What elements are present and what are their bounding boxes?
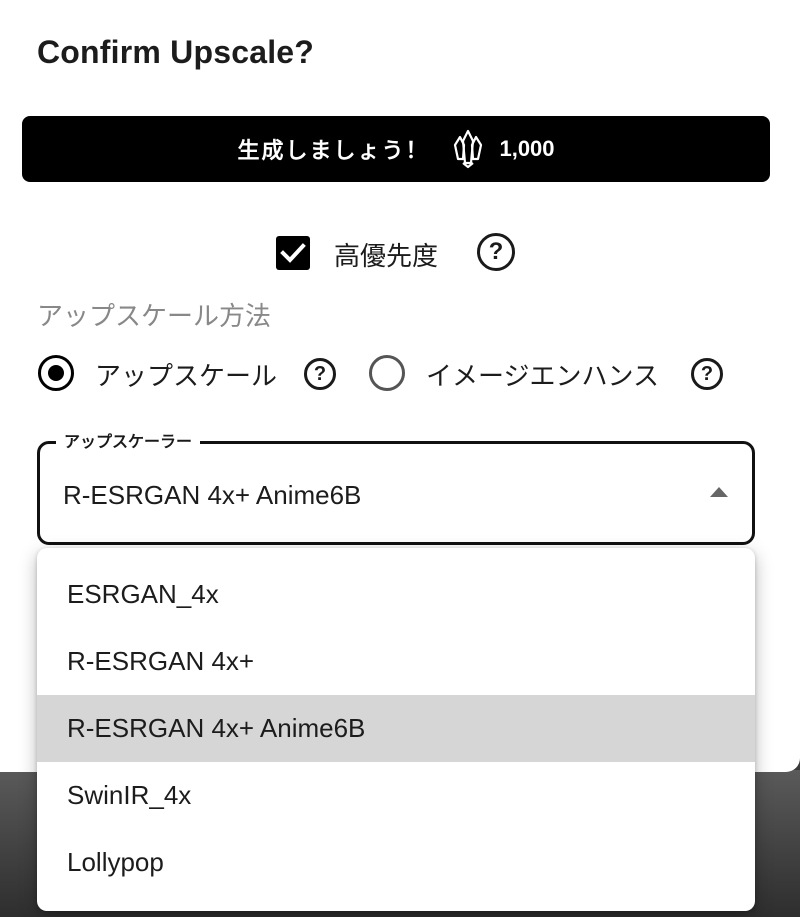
radio-upscale-label[interactable]: アップスケール — [95, 356, 277, 393]
radio-image-enhance[interactable] — [369, 355, 405, 391]
priority-label[interactable]: 高優先度 — [334, 236, 438, 273]
generate-button-label: 生成しましょう！ — [237, 138, 430, 163]
dialog-title: Confirm Upscale? — [37, 34, 315, 70]
upscale-method-label: アップスケール方法 — [37, 301, 272, 331]
upscaler-option[interactable]: ESRGAN_4x — [37, 561, 755, 628]
upscaler-option[interactable]: Lollypop — [37, 829, 755, 896]
priority-row: 高優先度 ? — [0, 228, 800, 278]
upscaler-dropdown-menu: ESRGAN_4x R-ESRGAN 4x+ R-ESRGAN 4x+ Anim… — [37, 548, 755, 911]
upscaler-option-selected[interactable]: R-ESRGAN 4x+ Anime6B — [37, 695, 755, 762]
generate-button[interactable]: 生成しましょう！ 1,000 — [22, 116, 770, 182]
upscaler-select-legend: アップスケーラー — [56, 428, 201, 452]
upscaler-option[interactable]: SwinIR_4x — [37, 762, 755, 829]
generate-cost: 1,000 — [499, 136, 555, 161]
radio-upscale[interactable] — [38, 355, 74, 391]
radio-image-enhance-label[interactable]: イメージエンハンス — [426, 356, 659, 393]
upscale-help-icon[interactable]: ? — [304, 358, 336, 390]
priority-help-icon[interactable]: ? — [477, 233, 515, 271]
checkmark-icon — [280, 243, 306, 263]
upscaler-select-value: R-ESRGAN 4x+ Anime6B — [63, 480, 362, 510]
image-enhance-help-icon[interactable]: ? — [691, 358, 723, 390]
crystal-icon — [454, 129, 483, 169]
caret-up-icon[interactable] — [710, 487, 728, 497]
priority-checkbox[interactable] — [276, 236, 310, 270]
upscaler-option[interactable]: R-ESRGAN 4x+ — [37, 628, 755, 695]
